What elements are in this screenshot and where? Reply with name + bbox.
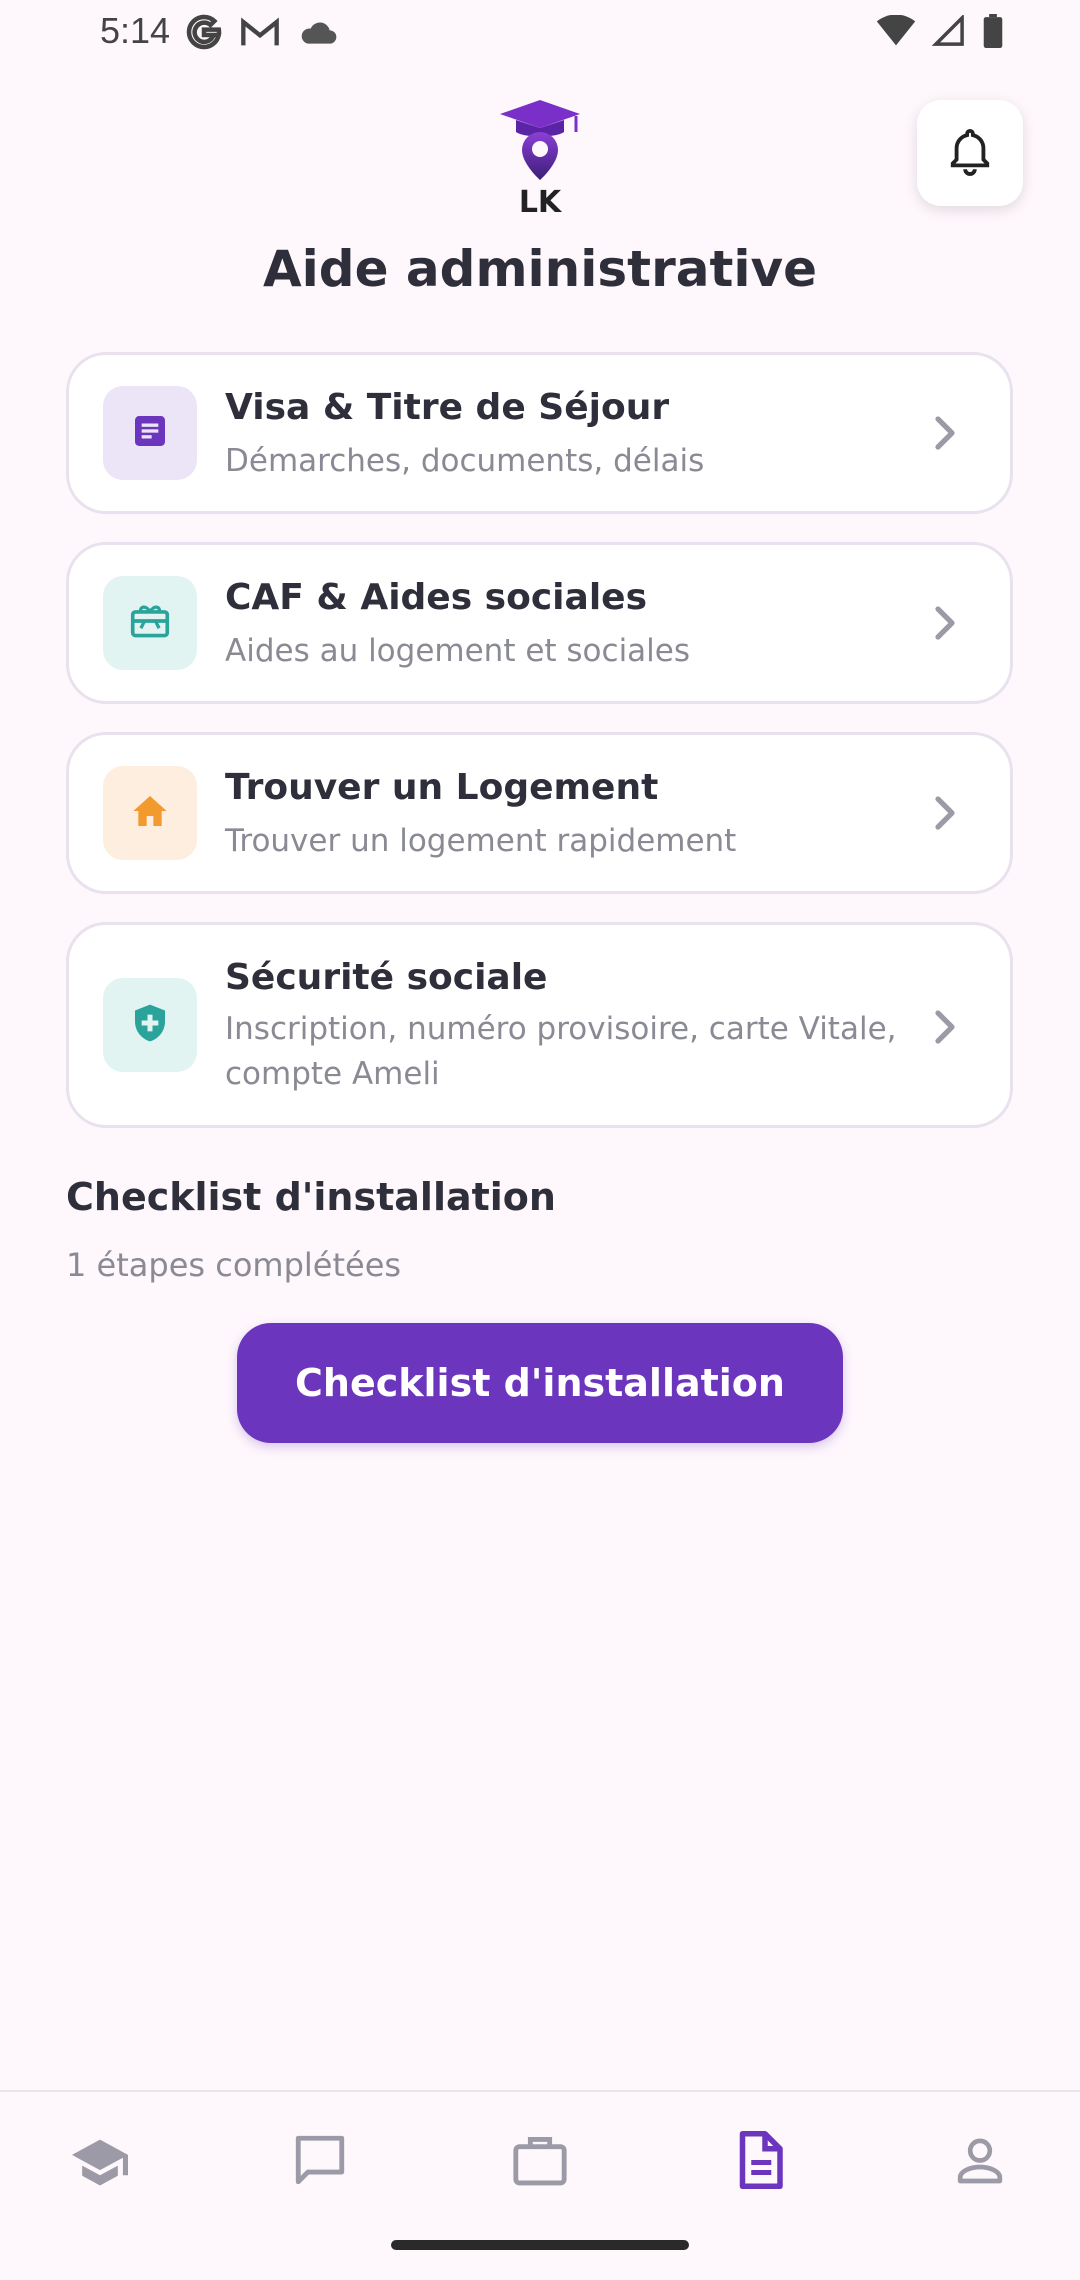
briefcase-icon bbox=[511, 2132, 569, 2192]
nav-item-profile[interactable] bbox=[940, 2122, 1020, 2202]
card-subtitle: Démarches, documents, délais bbox=[225, 443, 705, 479]
nav-item-chat[interactable] bbox=[280, 2122, 360, 2202]
google-g-icon bbox=[186, 14, 222, 54]
cloud-icon bbox=[298, 18, 338, 50]
chevron-right-icon bbox=[930, 603, 960, 643]
status-notifications bbox=[186, 14, 338, 54]
card-icon-container bbox=[103, 978, 197, 1072]
shield-plus-icon bbox=[130, 1001, 170, 1049]
card-title: Sécurité sociale bbox=[225, 957, 548, 998]
signal-icon bbox=[931, 13, 966, 51]
bell-icon bbox=[947, 126, 993, 180]
card-logement[interactable]: Trouver un Logement Trouver un logement … bbox=[66, 732, 1013, 894]
chevron-right-icon bbox=[930, 793, 960, 833]
checklist-section-title: Checklist d'installation bbox=[66, 1175, 556, 1219]
chevron-right-icon bbox=[930, 413, 960, 453]
card-caf[interactable]: CAF & Aides sociales Aides au logement e… bbox=[66, 542, 1013, 704]
profile-icon bbox=[952, 2132, 1008, 2192]
page-title: Aide administrative bbox=[262, 240, 818, 298]
screen: 5:14 LK Aide administrative Visa & Titre… bbox=[0, 0, 1080, 2280]
bottom-nav bbox=[0, 2090, 1080, 2280]
gmail-icon bbox=[240, 16, 280, 52]
status-time: 5:14 bbox=[100, 10, 171, 51]
wifi-icon bbox=[876, 14, 916, 51]
card-securite-sociale[interactable]: Sécurité sociale Inscription, numéro pro… bbox=[66, 922, 1013, 1128]
card-subtitle: Inscription, numéro provisoire, carte Vi… bbox=[225, 1011, 897, 1092]
home-icon bbox=[130, 791, 170, 835]
card-title: Trouver un Logement bbox=[225, 767, 659, 808]
notification-button[interactable] bbox=[917, 100, 1023, 206]
chevron-right-icon bbox=[930, 1007, 960, 1047]
document-icon bbox=[130, 411, 170, 455]
document-icon bbox=[733, 2130, 787, 2194]
gift-card-icon bbox=[128, 601, 172, 645]
card-icon-container bbox=[103, 386, 197, 480]
home-indicator[interactable] bbox=[391, 2240, 689, 2250]
status-bar: 5:14 bbox=[0, 0, 1080, 66]
nav-item-school[interactable] bbox=[60, 2122, 140, 2202]
card-title: CAF & Aides sociales bbox=[225, 577, 647, 618]
status-system bbox=[876, 13, 1004, 52]
nav-item-documents[interactable] bbox=[720, 2122, 800, 2202]
card-icon-container bbox=[103, 576, 197, 670]
logo-text: LK bbox=[519, 185, 563, 216]
checklist-button[interactable]: Checklist d'installation bbox=[237, 1323, 843, 1443]
app-logo: LK bbox=[498, 96, 582, 220]
checklist-progress-text: 1 étapes complétées bbox=[66, 1246, 402, 1284]
battery-icon bbox=[982, 14, 1004, 52]
card-visa[interactable]: Visa & Titre de Séjour Démarches, docume… bbox=[66, 352, 1013, 514]
card-subtitle: Trouver un logement rapidement bbox=[225, 823, 737, 859]
card-title: Visa & Titre de Séjour bbox=[225, 387, 670, 428]
card-subtitle: Aides au logement et sociales bbox=[225, 633, 691, 669]
chat-icon bbox=[291, 2131, 349, 2193]
nav-item-jobs[interactable] bbox=[500, 2122, 580, 2202]
card-icon-container bbox=[103, 766, 197, 860]
school-icon bbox=[69, 2132, 131, 2192]
